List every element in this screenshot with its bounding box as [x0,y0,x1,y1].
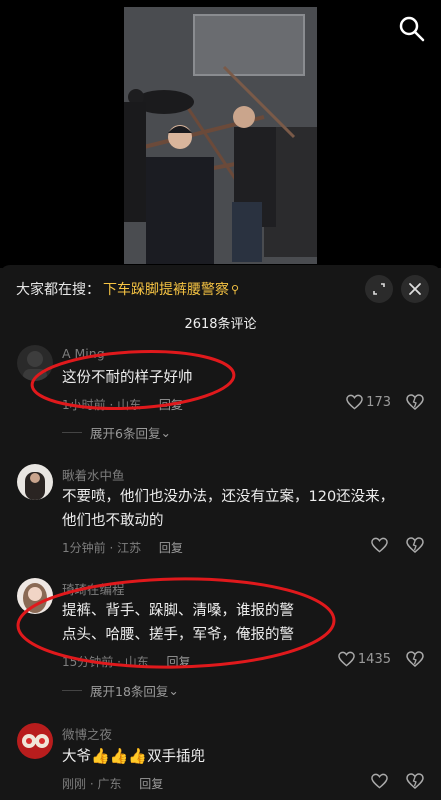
comment-text: 这份不耐的样子好帅 [62,370,193,386]
comment-username[interactable]: 微博之夜 [62,724,112,743]
search-icon [399,16,425,42]
like-button[interactable]: 1435 [338,651,391,667]
avatar-image [17,578,53,614]
comment-meta: 15分钟前 · 山东 回复 [62,653,191,670]
dislike-button[interactable] [406,773,424,793]
chevron-down-icon: ⌄ [160,425,171,440]
heart-icon [371,537,388,553]
comment-time-location: 1小时前 · 山东 [62,398,142,412]
comment-count: 2618条评论 [184,317,257,332]
comment-time-location: 刚刚 · 广东 [62,777,122,791]
trending-query-link[interactable]: 下车跺脚提裤腰警察 [103,279,229,299]
comment-username[interactable]: 琦琦在编程 [62,579,125,598]
comment-text: 不要喷，他们也没办法，还没有立案，120还没来，他们也不敢动的 [62,489,395,529]
like-count: 173 [366,394,391,410]
like-button[interactable]: 173 [346,394,391,410]
reply-button[interactable]: 回复 [167,655,191,669]
comment-meta: 1分钟前 · 江苏 回复 [62,539,183,556]
thumbs-up-emoji-icon: 👍 [91,747,110,765]
dislike-button[interactable] [406,537,424,557]
video-player[interactable] [0,0,441,268]
heart-icon [346,394,363,410]
thumbs-up-emoji-icon: 👍 [128,747,148,765]
broken-heart-icon [406,537,424,553]
expand-replies-button[interactable]: 展开6条回复 ⌄ [62,423,171,442]
reply-button[interactable]: 回复 [159,398,183,412]
expand-replies-label: 展开18条回复 [90,684,169,699]
avatar[interactable] [17,578,53,614]
close-button[interactable] [401,275,429,303]
search-mini-icon: ⚲ [231,282,240,296]
dislike-button[interactable] [406,651,424,671]
video-frame[interactable] [124,7,317,264]
reply-button[interactable]: 回复 [139,777,163,791]
comment-time-location: 15分钟前 · 山东 [62,655,149,669]
avatar[interactable] [17,723,53,759]
comment-text: 提裤、背手、跺脚、清嗓，谁报的警 点头、哈腰、搓手，军爷，俺报的警 [62,603,294,643]
comment-time-location: 1分钟前 · 江苏 [62,541,142,555]
divider [62,432,82,433]
comment-text-suffix: 双手插兜 [147,749,206,765]
avatar-image [17,464,53,500]
thumbs-up-emoji-icon: 👍 [109,747,129,765]
avatar-image [17,723,53,759]
trending-label: 大家都在搜： [16,282,100,298]
expand-sheet-button[interactable] [365,275,393,303]
broken-heart-icon [406,651,424,667]
avatar-image [17,345,53,381]
dislike-button[interactable] [406,394,424,414]
heart-icon [338,651,355,667]
expand-icon [373,283,385,295]
like-button[interactable] [371,537,391,553]
chevron-down-icon: ⌄ [168,683,179,698]
like-button[interactable] [371,773,391,789]
comment-meta: 1小时前 · 山东 回复 [62,396,183,413]
video-scene-image [124,7,317,264]
comment-meta: 刚刚 · 广东 回复 [62,775,163,792]
close-icon [409,283,421,295]
trending-search-bar: 大家都在搜： 下车跺脚提裤腰警察 ⚲ [16,275,429,303]
expand-replies-button[interactable]: 展开18条回复 ⌄ [62,681,179,700]
expand-replies-label: 展开6条回复 [90,426,161,441]
reply-button[interactable]: 回复 [159,541,183,555]
like-count: 1435 [357,651,391,667]
comment-username[interactable]: 瞅着水中鱼 [62,465,125,484]
broken-heart-icon [406,773,424,789]
comment-username[interactable]: A Ming [62,346,105,361]
comment-sheet: 大家都在搜： 下车跺脚提裤腰警察 ⚲ 2618条评论 A Ming 这份不耐的样… [0,265,441,800]
avatar[interactable] [17,345,53,381]
divider [62,690,82,691]
heart-icon [371,773,388,789]
comment-text-prefix: 大爷 [62,749,91,765]
search-button[interactable] [397,14,427,44]
comment-text: 大爷👍👍👍双手插兜 [62,744,402,769]
broken-heart-icon [406,394,424,410]
avatar[interactable] [17,464,53,500]
